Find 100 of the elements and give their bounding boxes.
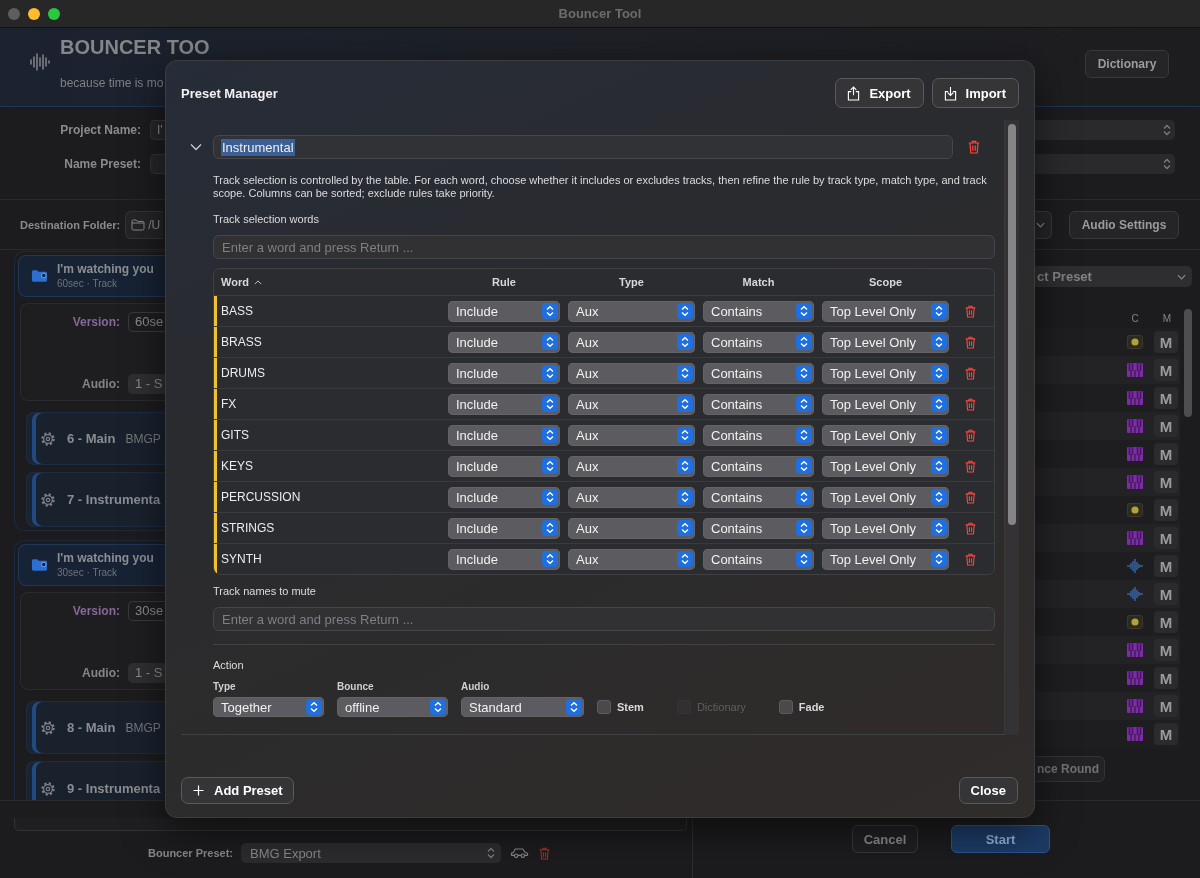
chevron-down-icon[interactable] — [190, 143, 202, 151]
preset-name-field[interactable]: Instrumental — [213, 135, 953, 159]
group-header[interactable]: I'm watching you 60sec · Track — [18, 255, 165, 297]
track-row[interactable]: M — [1035, 468, 1180, 496]
dropdown[interactable]: Aux — [568, 424, 695, 446]
dropdown[interactable]: Contains — [703, 331, 814, 353]
dropdown[interactable]: Include — [448, 393, 560, 415]
mute-button[interactable]: M — [1154, 471, 1178, 493]
preset-card[interactable]: 7 - Instrumenta — [26, 472, 165, 527]
trash-icon[interactable] — [965, 335, 976, 349]
export-button[interactable]: Export — [835, 78, 924, 108]
audio-settings-button[interactable]: Audio Settings — [1069, 210, 1179, 239]
start-button[interactable]: Start — [951, 825, 1050, 853]
scrollbar-thumb[interactable] — [1008, 124, 1016, 525]
dropdown[interactable]: Contains — [703, 486, 814, 508]
dropdown[interactable]: Include — [448, 362, 560, 384]
dropdown[interactable]: ct Preset — [1035, 266, 1192, 287]
trash-icon[interactable] — [965, 521, 976, 535]
dictionary-button[interactable]: Dictionary — [1085, 50, 1169, 78]
text-field[interactable]: I' — [150, 120, 165, 140]
mute-button[interactable]: M — [1154, 639, 1178, 661]
dropdown[interactable]: Aux — [568, 362, 695, 384]
trash-icon[interactable] — [965, 428, 976, 442]
mute-button[interactable]: M — [1154, 695, 1178, 717]
mute-button[interactable]: M — [1154, 527, 1178, 549]
mute-button[interactable]: M — [1154, 723, 1178, 745]
mute-button[interactable]: M — [1154, 359, 1178, 381]
column-header[interactable]: Type — [568, 276, 695, 288]
track-row[interactable]: M — [1035, 692, 1180, 720]
folder-path-field[interactable]: /U — [125, 210, 164, 239]
trash-icon[interactable] — [965, 459, 976, 473]
checkbox[interactable] — [778, 700, 793, 714]
dropdown[interactable]: Contains — [703, 362, 814, 384]
mute-button[interactable]: M — [1154, 583, 1178, 605]
dropdown[interactable]: Aux — [568, 486, 695, 508]
add-preset-button[interactable]: Add Preset — [181, 777, 294, 804]
close-button[interactable]: Close — [958, 777, 1018, 804]
scrollbar[interactable] — [1184, 309, 1192, 417]
dropdown[interactable]: Top Level Only — [822, 393, 949, 415]
dropdown[interactable]: Top Level Only — [822, 455, 949, 477]
round-button[interactable]: nce Round — [1035, 756, 1105, 782]
dropdown[interactable]: Include — [448, 548, 560, 570]
dropdown[interactable]: Contains — [703, 300, 814, 322]
dropdown[interactable]: BMG Export — [241, 843, 501, 863]
dropdown[interactable]: Include — [448, 300, 560, 322]
column-header[interactable]: Scope — [822, 276, 949, 288]
mute-button[interactable]: M — [1154, 667, 1178, 689]
dropdown[interactable]: Top Level Only — [822, 331, 949, 353]
dropdown[interactable]: Aux — [568, 455, 695, 477]
trash-icon[interactable] — [967, 140, 980, 154]
dropdown[interactable]: Include — [448, 455, 560, 477]
group-header[interactable]: I'm watching you 30sec · Track — [18, 544, 165, 586]
dropdown[interactable]: Include — [448, 486, 560, 508]
maximize-button[interactable] — [48, 7, 60, 20]
mute-button[interactable]: M — [1154, 387, 1178, 409]
cancel-button[interactable]: Cancel — [852, 825, 918, 853]
word-input-field[interactable]: Enter a word and press Return ... — [213, 235, 995, 259]
dropdown[interactable]: Include — [448, 331, 560, 353]
trash-icon[interactable] — [965, 552, 976, 566]
dropdown[interactable]: Include — [448, 424, 560, 446]
track-row[interactable]: M — [1035, 524, 1180, 552]
mute-button[interactable]: M — [1154, 415, 1178, 437]
track-row[interactable]: M — [1035, 412, 1180, 440]
track-row[interactable]: M — [1035, 580, 1180, 608]
dropdown[interactable]: Aux — [568, 393, 695, 415]
trash-icon[interactable] — [965, 304, 976, 318]
mute-input-field[interactable]: Enter a word and press Return ... — [213, 607, 995, 631]
dropdown[interactable]: 1 - S — [128, 374, 165, 394]
track-row[interactable]: M — [1035, 636, 1180, 664]
preset-card[interactable]: 8 - Main BMGP — [26, 701, 165, 754]
dropdown[interactable]: Aux — [568, 300, 695, 322]
trash-icon[interactable] — [965, 397, 976, 411]
checkbox[interactable] — [597, 700, 611, 714]
dropdown[interactable]: Top Level Only — [822, 362, 949, 384]
dropdown[interactable]: Standard — [461, 697, 584, 717]
car-icon[interactable] — [510, 847, 529, 859]
dropdown[interactable] — [1035, 210, 1052, 239]
preset-card[interactable]: 6 - Main BMGP — [26, 412, 165, 465]
dropdown[interactable]: Top Level Only — [822, 300, 949, 322]
dropdown[interactable]: 1 - S — [128, 663, 165, 683]
dropdown[interactable]: Contains — [703, 393, 814, 415]
import-button[interactable]: Import — [931, 78, 1019, 108]
dropdown[interactable]: Top Level Only — [822, 517, 949, 539]
trash-icon[interactable] — [965, 366, 976, 380]
column-header[interactable]: Word — [214, 276, 440, 288]
text-field[interactable] — [14, 818, 687, 831]
mute-button[interactable]: M — [1154, 499, 1178, 521]
dropdown[interactable]: Top Level Only — [822, 424, 949, 446]
minimize-button[interactable] — [28, 7, 40, 20]
dropdown[interactable]: Include — [448, 517, 560, 539]
dropdown[interactable]: Contains — [703, 548, 814, 570]
dropdown[interactable]: Contains — [703, 455, 814, 477]
column-header[interactable]: Rule — [448, 276, 560, 288]
preset-card[interactable]: 9 - Instrumenta — [26, 761, 165, 800]
dropdown[interactable]: Top Level Only — [822, 486, 949, 508]
trash-icon[interactable] — [965, 490, 976, 504]
mute-button[interactable]: M — [1154, 331, 1178, 353]
dropdown[interactable]: Together — [213, 697, 324, 717]
close-button[interactable] — [8, 7, 20, 20]
text-field[interactable] — [150, 154, 165, 174]
